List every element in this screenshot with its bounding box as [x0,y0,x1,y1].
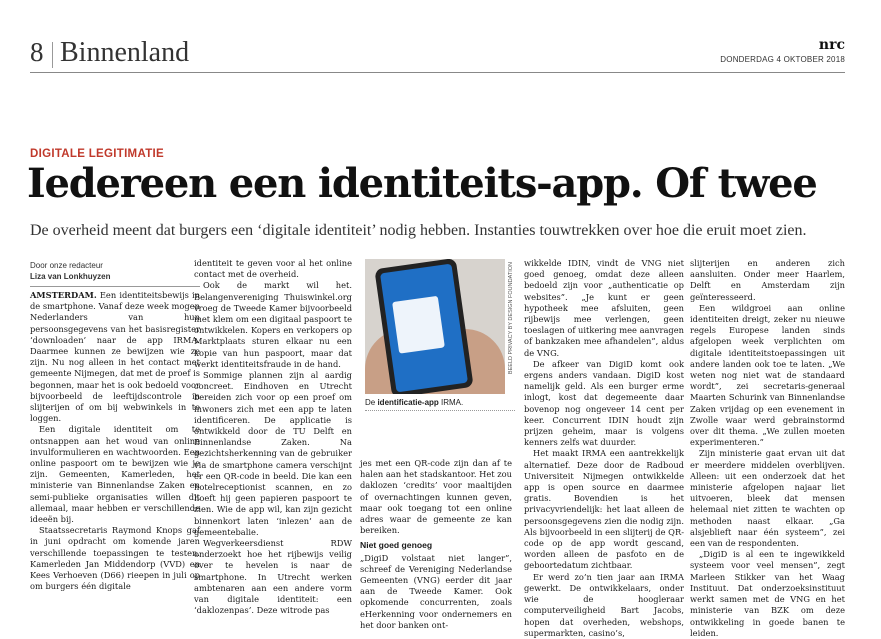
newspaper-logo: nrc [818,37,845,53]
paragraph: „DigiD is al een te ingewikkeld systeem … [690,549,845,638]
paragraph: slijterijen en anderen zich aansluiten. … [690,258,845,302]
article-photo [365,259,505,394]
paragraph: Ook de markt wil het. Belangenvereniging… [194,280,352,369]
page-header: 8 Binnenland nrc DONDERDAG 4 OKTOBER 201… [30,37,845,69]
byline-prefix: Door onze redacteur [30,261,103,270]
paragraph: Een wildgroei aan online identiteiten dr… [690,302,845,448]
paragraph: Wegverkeersdienst RDW onderzoekt hoe het… [194,538,352,616]
article-kicker: DIGITALE LEGITIMATIE [30,148,164,160]
app-card [392,295,445,354]
header-divider [52,42,53,68]
article-headline: Iedereen een identiteits-app. Of twee [27,160,818,207]
page-number: 8 [30,37,44,67]
subheading: Niet goed genoeg [360,540,433,551]
paragraph: Zijn ministerie gaat ervan uit dat er me… [690,448,845,549]
issue-date: DONDERDAG 4 OKTOBER 2018 [720,55,845,64]
byline: Door onze redacteur Liza van Lonkhuyzen [30,260,200,282]
caption-divider [365,410,515,411]
paragraph: Het maakt IRMA een aantrekkelijk alterna… [524,448,684,571]
article-lead: De overheid meent dat burgers een ‘digit… [30,222,807,239]
article-column-3: jes met een QR-code zijn dan af te halen… [360,458,512,631]
paragraph: identiteit te geven voor al het online c… [194,258,352,280]
article-column-5: slijterijen en anderen zich aansluiten. … [690,258,845,639]
photo-caption: De identificatie-app IRMA. [365,398,464,407]
section-title: Binnenland [60,37,190,68]
smartphone-illustration [374,259,474,394]
photo-credit: BEELD PRIVACY BY DESIGN FOUNDATION [508,262,514,375]
paragraph: Staatssecretaris Raymond Knops gaf in ju… [30,525,200,592]
article-column-1: AMSTERDAM. Een identiteitsbewijs in de s… [30,290,200,592]
byline-rule [30,286,200,287]
paragraph: wikkelde IDIN, vindt de VNG niet goed ge… [524,258,684,358]
article-column-4: wikkelde IDIN, vindt de VNG niet goed ge… [524,258,684,639]
paragraph: jes met een QR-code zijn dan af te halen… [360,458,512,536]
paragraph: Er werd zo’n tien jaar aan IRMA gewerkt.… [524,571,684,638]
paragraph: „DigiD volstaat niet langer”, schreef de… [360,552,512,630]
paragraph: AMSTERDAM. Een identiteitsbewijs in de s… [30,290,200,424]
paragraph: De afkeer van DigiD komt ook ergens ande… [524,358,684,448]
article-column-2: identiteit te geven voor al het online c… [194,258,352,617]
phone-screen [379,263,469,393]
byline-name: Liza van Lonkhuyzen [30,272,111,281]
paragraph: Een digitale identiteit om te ontsnappen… [30,424,200,525]
header-rule [30,72,845,73]
paragraph: Sommige plannen zijn al aardig concreet.… [194,370,352,537]
